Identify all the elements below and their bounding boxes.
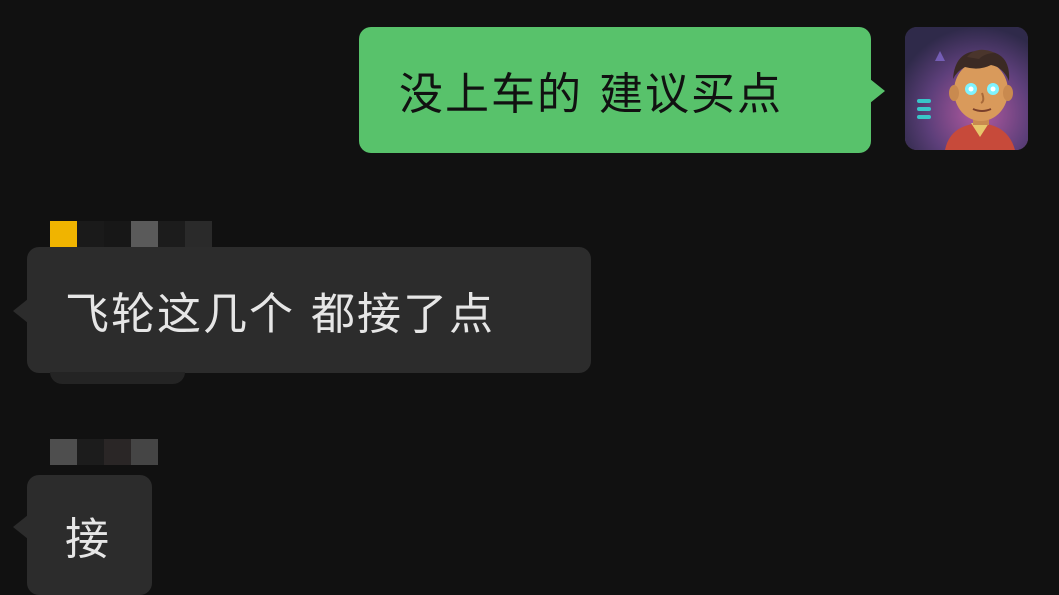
outgoing-message-text: 没上车的 建议买点 <box>399 69 783 120</box>
redaction-pixel <box>77 439 104 465</box>
sender-name-redacted <box>50 439 158 465</box>
redaction-smudge <box>50 372 185 384</box>
self-avatar[interactable] <box>905 27 1028 150</box>
redaction-pixel <box>131 221 158 247</box>
cartoon-avatar-icon <box>905 27 1028 150</box>
bubble-tail <box>13 515 28 539</box>
redaction-pixel <box>104 439 131 465</box>
incoming-message-text: 接 <box>65 514 111 565</box>
bubble-tail <box>13 299 28 323</box>
chat-window: 没上车的 建议买点 飞轮这几个 都接了点 接 <box>0 0 1059 595</box>
incoming-message-text: 飞轮这几个 都接了点 <box>65 289 495 340</box>
bubble-tail <box>870 79 885 103</box>
outgoing-message-bubble[interactable]: 没上车的 建议买点 <box>359 27 885 153</box>
redaction-pixel <box>50 221 77 247</box>
redaction-pixel <box>50 439 77 465</box>
redaction-pixel <box>77 221 104 247</box>
incoming-message-bubble[interactable]: 接 <box>13 475 152 595</box>
redaction-pixel <box>104 221 131 247</box>
sender-name-redacted <box>50 221 212 247</box>
incoming-message-bubble[interactable]: 飞轮这几个 都接了点 <box>13 247 591 373</box>
redaction-pixel <box>131 439 158 465</box>
redaction-pixel <box>158 221 185 247</box>
redaction-pixel <box>185 221 212 247</box>
